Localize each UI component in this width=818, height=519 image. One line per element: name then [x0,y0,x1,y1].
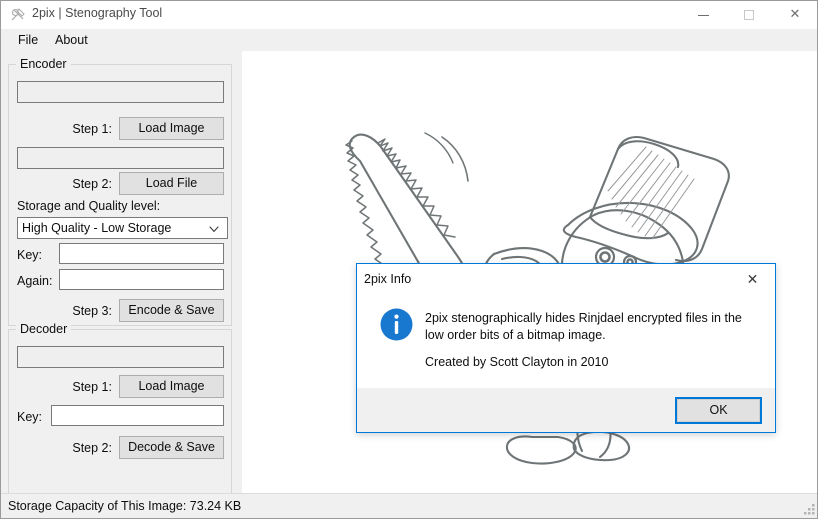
dialog-ok-button[interactable]: OK [677,399,760,422]
window-titlebar: 2pix | Stenography Tool ✕ [1,1,817,29]
encoder-step3-label: Step 3: [72,304,112,318]
controls-pane: Encoder Step 1: Load Image Step 2: Load … [1,51,239,504]
dialog-body: 2pix stenographically hides Rinjdael enc… [357,296,775,388]
minimize-icon [697,14,709,16]
encoder-step2-label: Step 2: [72,177,112,191]
decoder-step1-label: Step 1: [72,380,112,394]
quality-level-label: Storage and Quality level: [17,199,161,213]
info-icon [380,308,413,341]
menu-item-about[interactable]: About [50,31,93,49]
encoder-step1-label: Step 1: [72,122,112,136]
menu-item-file[interactable]: File [13,31,43,49]
decoder-group-title: Decoder [16,322,72,336]
encoder-load-image-button[interactable]: Load Image [119,117,224,140]
encoder-again-label: Again: [17,274,53,288]
decoder-step2-label: Step 2: [72,441,112,455]
resize-grip-icon[interactable] [803,503,816,516]
status-capacity-text: Storage Capacity of This Image: 73.24 KB [8,499,242,513]
dialog-message-primary: 2pix stenographically hides Rinjdael enc… [425,311,742,342]
decoder-key-input[interactable] [51,405,224,426]
menu-bar: File About [1,29,817,51]
decoder-image-path-input[interactable] [17,346,224,368]
encoder-load-file-button[interactable]: Load File [119,172,224,195]
dialog-close-button[interactable]: ✕ [730,264,775,295]
close-icon: ✕ [789,7,801,22]
info-dialog: 2pix Info ✕ 2pix stenographically hides … [356,263,776,433]
encoder-image-path-input[interactable] [17,81,224,103]
decode-and-save-button[interactable]: Decode & Save [119,436,224,459]
chevron-down-icon [208,222,220,234]
encoder-group: Encoder Step 1: Load Image Step 2: Load … [8,57,232,326]
app-window: 2pix | Stenography Tool ✕ File About Enc… [0,0,818,519]
dialog-titlebar: 2pix Info ✕ [357,264,775,296]
decoder-load-image-button[interactable]: Load Image [119,375,224,398]
maximize-icon [744,10,754,20]
encoder-key-confirm-input[interactable] [59,269,224,290]
quality-level-select[interactable]: High Quality - Low Storage [17,217,228,239]
encoder-key-input[interactable] [59,243,224,264]
status-bar: Storage Capacity of This Image: 73.24 KB [1,493,817,518]
encode-and-save-button[interactable]: Encode & Save [119,299,224,322]
encoder-key-label: Key: [17,248,43,262]
decoder-key-label: Key: [17,410,43,424]
maximize-button[interactable] [726,1,772,29]
app-icon [10,7,26,23]
decoder-group: Decoder Step 1: Load Image Key: Step 2: … [8,322,232,504]
window-title: 2pix | Stenography Tool [32,6,163,20]
dialog-message-secondary: Created by Scott Clayton in 2010 [425,355,609,369]
quality-level-value: High Quality - Low Storage [22,221,172,235]
encoder-group-title: Encoder [16,57,71,71]
dialog-ok-focus-ring: OK [675,397,762,424]
dialog-title: 2pix Info [364,272,412,286]
minimize-button[interactable] [680,1,726,29]
close-button[interactable]: ✕ [772,1,817,29]
dialog-footer: OK [357,388,775,432]
encoder-file-path-input[interactable] [17,147,224,169]
